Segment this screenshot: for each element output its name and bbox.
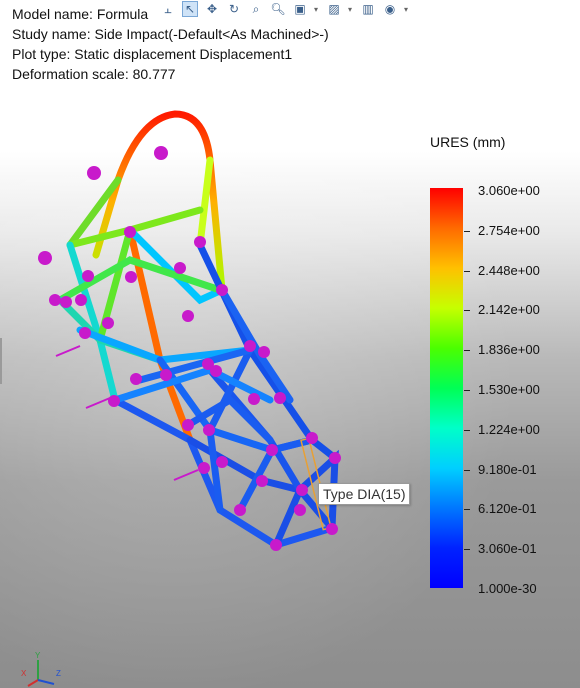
legend-tick-label: 2.448e+00 [478,262,540,278]
legend-tick-mark [464,230,470,232]
legend-tick-mark [464,469,470,471]
legend-tick-label: 2.754e+00 [478,222,540,238]
z-axis-line [37,679,55,685]
legend-tick-mark [464,270,470,272]
legend-tick-label: 1.836e+00 [478,342,540,358]
y-axis-label: Y [35,651,41,660]
display-style-icon[interactable]: ▨ [326,1,342,17]
heads-up-toolbar: ⫠ ↖ ✥ ↻ ⌕ 🔍︎ ▣ ▾ ▨ ▾ ▥ ◉ ▾ [160,0,410,18]
zoom-area-icon[interactable]: ⌕ [248,1,264,17]
legend-tick-mark [464,549,470,551]
study-name-text: Study name: Side Impact(-Default<As Mach… [12,26,329,42]
legend-tick-mark [464,390,470,391]
deformation-scale-text: Deformation scale: 80.777 [12,66,176,82]
pin-icon[interactable]: ⫠ [160,1,176,17]
chevron-down-icon[interactable]: ▾ [314,5,320,14]
x-axis-label: X [21,669,27,678]
select-arrow-icon[interactable]: ↖ [182,1,198,17]
appearance-icon[interactable]: ◉ [382,1,398,17]
pan-icon[interactable]: ✥ [204,1,220,17]
chevron-down-icon[interactable]: ▾ [404,5,410,14]
section-view-icon[interactable]: ▥ [360,1,376,17]
legend-tick-label: 3.060e+00 [478,183,540,198]
legend-tick-label: 3.060e-01 [478,541,537,557]
legend-tick-mark [464,509,470,511]
legend-tick-label: 1.224e+00 [478,421,540,437]
legend-tick-label: 1.530e+00 [478,382,540,397]
legend-title: URES (mm) [430,134,506,150]
legend-tick-mark [464,429,470,431]
member-tooltip: Type DIA(15) [318,483,411,505]
x-axis-line [27,679,39,687]
color-scale-bar [430,188,463,588]
plot-type-text: Plot type: Static displacement Displacem… [12,46,293,62]
legend-tick-label: 6.120e-01 [478,501,537,517]
legend-tick-label: 9.180e-01 [478,461,537,477]
rotate-icon[interactable]: ↻ [226,1,242,17]
legend-tick-mark [464,310,470,312]
view-orientation-icon[interactable]: ▣ [292,1,308,17]
reference-triad: Y X Z [21,651,61,687]
chevron-down-icon[interactable]: ▾ [348,5,354,14]
zoom-icon[interactable]: 🔍︎ [270,1,286,17]
legend-tick-mark [464,350,470,352]
model-name-text: Model name: Formula [12,6,149,22]
legend-tick-label: 1.000e-30 [478,581,537,596]
z-axis-label: Z [56,669,61,678]
legend-tick-label: 2.142e+00 [478,302,540,318]
